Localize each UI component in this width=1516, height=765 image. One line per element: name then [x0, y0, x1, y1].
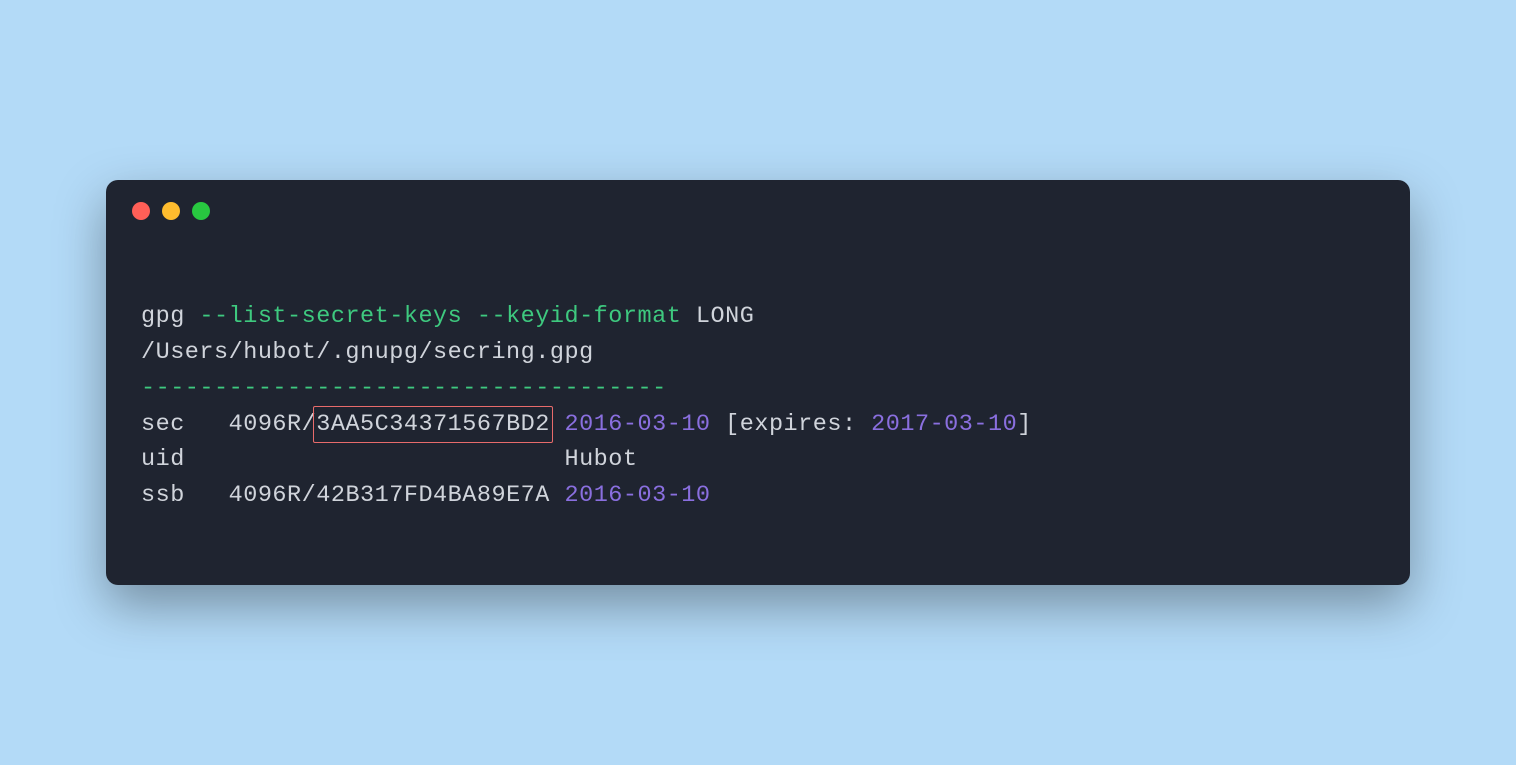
- expires-label: [expires:: [711, 411, 872, 438]
- terminal-window: gpg --list-secret-keys --keyid-format LO…: [106, 180, 1410, 586]
- ssb-label: ssb: [141, 482, 229, 509]
- keyring-path: /Users/hubot/.gnupg/secring.gpg: [141, 339, 594, 366]
- separator-line: ------------------------------------: [141, 375, 667, 402]
- sec-keytype: 4096R/: [229, 411, 317, 438]
- cmd-flag: --list-secret-keys: [185, 303, 462, 330]
- expires-date: 2017-03-10: [871, 411, 1017, 438]
- ssb-date: 2016-03-10: [564, 482, 710, 509]
- uid-label: uid: [141, 446, 564, 473]
- terminal-content: gpg --list-secret-keys --keyid-format LO…: [106, 230, 1410, 550]
- sec-label: sec: [141, 411, 229, 438]
- zoom-icon[interactable]: [192, 202, 210, 220]
- ssb-keytype: 4096R/42B317FD4BA89E7A: [229, 482, 565, 509]
- sec-date: 2016-03-10: [565, 411, 711, 438]
- minimize-icon[interactable]: [162, 202, 180, 220]
- window-titlebar: [106, 180, 1410, 230]
- cmd-flag: --keyid-format: [462, 303, 681, 330]
- cmd-name: gpg: [141, 303, 185, 330]
- sec-keyid: 3AA5C34371567BD2: [316, 411, 550, 438]
- sec-keyid-highlight: 3AA5C34371567BD2: [313, 406, 553, 444]
- cmd-arg: LONG: [681, 303, 754, 330]
- expires-close: ]: [1017, 411, 1032, 438]
- close-icon[interactable]: [132, 202, 150, 220]
- uid-name: Hubot: [564, 446, 637, 473]
